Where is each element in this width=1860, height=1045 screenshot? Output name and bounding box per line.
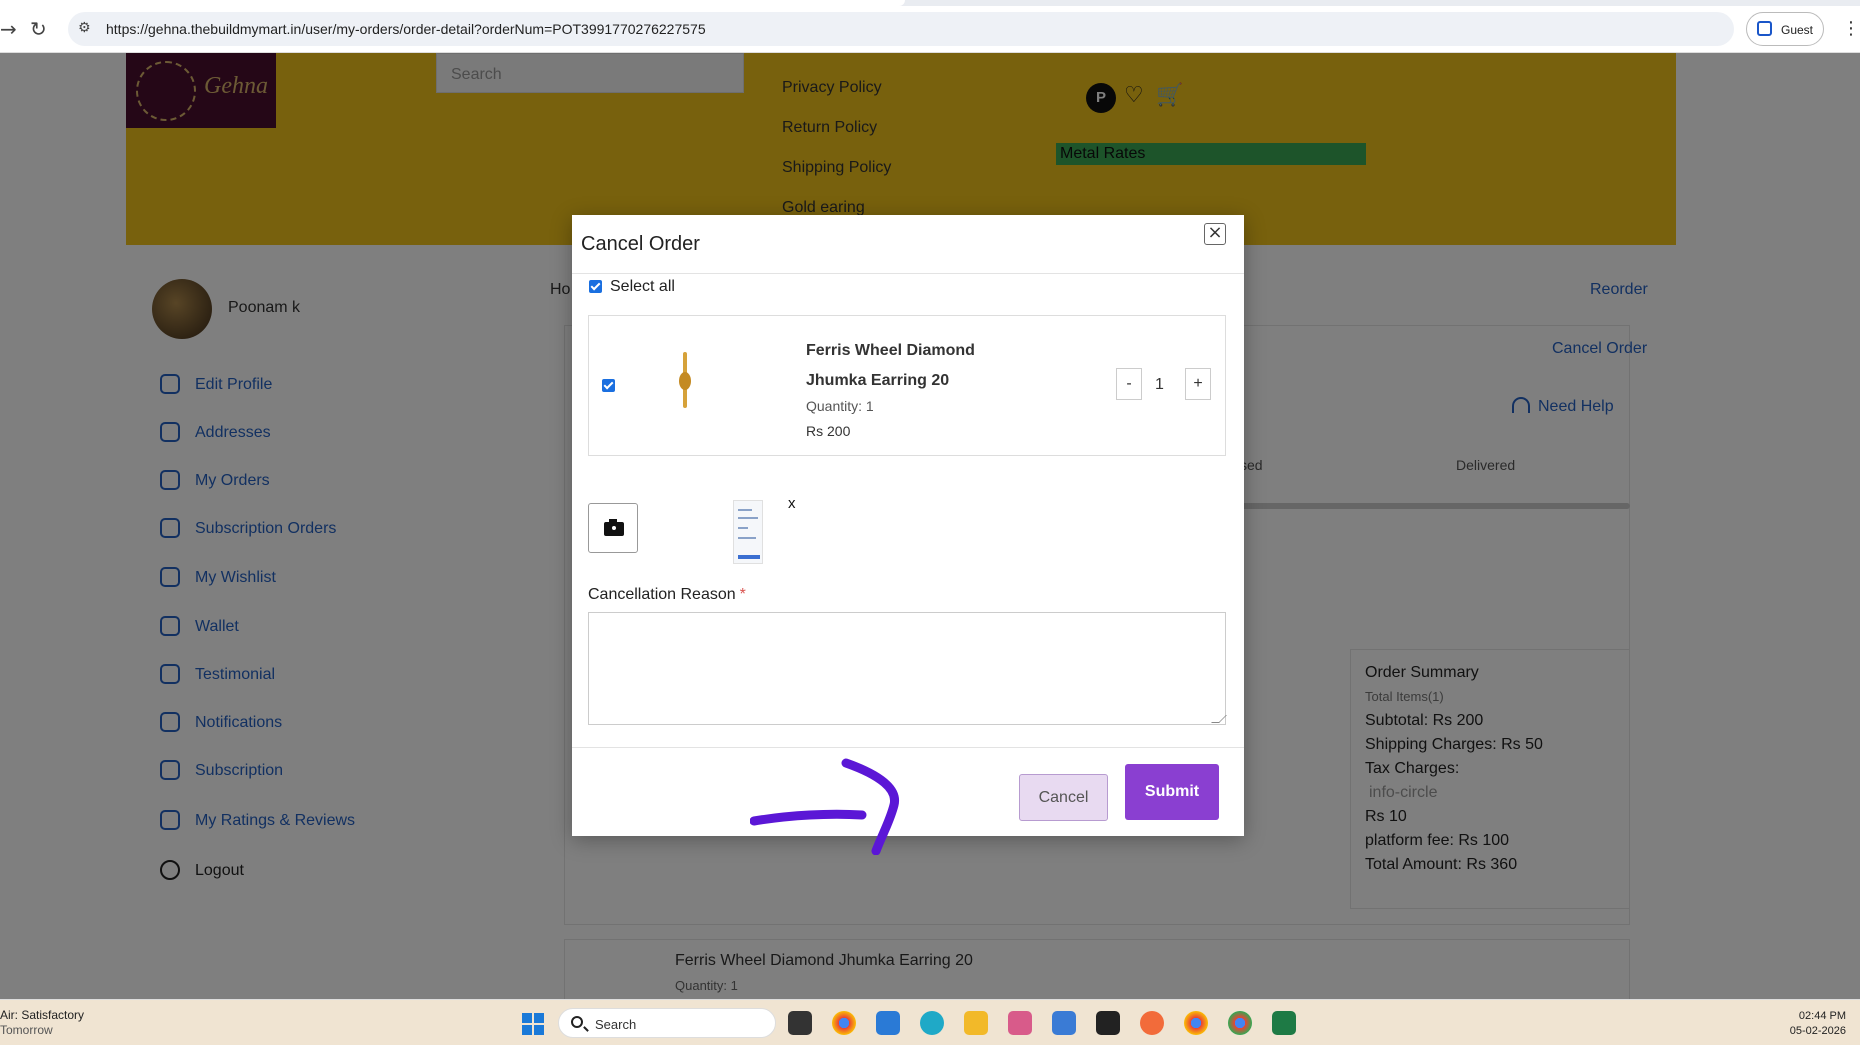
- chrome-icon[interactable]: [832, 1011, 856, 1035]
- modal-divider: [572, 273, 1244, 274]
- hand-drawn-arrow-annotation: [750, 758, 900, 855]
- tab-strip: [0, 0, 1860, 6]
- cancel-product-row: Ferris Wheel Diamond Jhumka Earring 20 Q…: [588, 315, 1226, 456]
- submit-button[interactable]: Submit: [1125, 764, 1219, 820]
- edge-icon[interactable]: [920, 1011, 944, 1035]
- browser-toolbar: → ↻ ⚙ https://gehna.thebuildmymart.in/us…: [0, 0, 1860, 53]
- address-bar[interactable]: ⚙ https://gehna.thebuildmymart.in/user/m…: [68, 12, 1734, 46]
- clock-date: 05-02-2026: [1789, 1025, 1846, 1037]
- select-all-checkbox[interactable]: [589, 280, 602, 293]
- modal-footer-divider: [572, 747, 1244, 748]
- product-checkbox[interactable]: [602, 379, 615, 392]
- reload-icon[interactable]: ↻: [30, 17, 47, 41]
- weather-widget[interactable]: Air: Satisfactory Tomorrow: [0, 1008, 84, 1038]
- terminal-icon[interactable]: [1096, 1011, 1120, 1035]
- url-text[interactable]: https://gehna.thebuildmymart.in/user/my-…: [106, 21, 706, 37]
- remove-image-button[interactable]: x: [788, 495, 796, 512]
- notepad-icon[interactable]: [1052, 1011, 1076, 1035]
- profile-button[interactable]: Guest: [1746, 12, 1824, 46]
- product-price: Rs 200: [806, 423, 851, 439]
- modal-title: Cancel Order: [581, 233, 700, 255]
- profile-icon: [1757, 21, 1772, 36]
- windows-start-icon[interactable]: [522, 1013, 544, 1035]
- system-clock[interactable]: 02:44 PM 05-02-2026: [1776, 1009, 1846, 1039]
- file-explorer-icon[interactable]: [964, 1011, 988, 1035]
- cancellation-reason-input[interactable]: [588, 612, 1226, 725]
- weather-line-2: Tomorrow: [0, 1023, 53, 1037]
- search-icon: [571, 1016, 583, 1028]
- windows-taskbar: Air: Satisfactory Tomorrow Search 02:44 …: [0, 999, 1860, 1045]
- excel-icon[interactable]: [1272, 1011, 1296, 1035]
- chrome-profile-3-icon[interactable]: [1228, 1011, 1252, 1035]
- taskbar-search-label: Search: [595, 1017, 637, 1032]
- cancel-button[interactable]: Cancel: [1019, 774, 1108, 821]
- quantity-value: 1: [1155, 376, 1164, 393]
- postman-icon[interactable]: [1140, 1011, 1164, 1035]
- quantity-increment-button[interactable]: +: [1185, 368, 1211, 400]
- cancellation-reason-label: Cancellation Reason *: [588, 586, 746, 603]
- product-quantity: Quantity: 1: [806, 398, 874, 414]
- earring-product-image: [677, 352, 693, 412]
- weather-line-1: Air: Satisfactory: [0, 1008, 85, 1022]
- quantity-decrement-button[interactable]: -: [1116, 368, 1142, 400]
- vscode-icon[interactable]: [876, 1011, 900, 1035]
- uploaded-image-thumbnail: [733, 500, 763, 564]
- browser-menu-icon[interactable]: ⋮: [1842, 18, 1860, 39]
- select-all-label[interactable]: Select all: [610, 278, 675, 296]
- chrome-profile-2-icon[interactable]: [1184, 1011, 1208, 1035]
- cancel-order-modal: Cancel Order × Select all Ferris Wheel D…: [572, 215, 1244, 855]
- task-view-icon[interactable]: [788, 1011, 812, 1035]
- site-settings-icon[interactable]: ⚙: [78, 20, 91, 36]
- upload-photo-button[interactable]: [588, 503, 638, 553]
- close-icon[interactable]: ×: [1204, 223, 1226, 245]
- taskbar-search[interactable]: Search: [558, 1008, 776, 1038]
- forward-icon[interactable]: →: [0, 17, 17, 41]
- required-marker: *: [739, 586, 746, 603]
- product-name: Ferris Wheel Diamond Jhumka Earring 20: [806, 342, 975, 389]
- snipping-tool-icon[interactable]: [1008, 1011, 1032, 1035]
- profile-label: Guest: [1781, 23, 1814, 37]
- clock-time: 02:44 PM: [1798, 1010, 1846, 1022]
